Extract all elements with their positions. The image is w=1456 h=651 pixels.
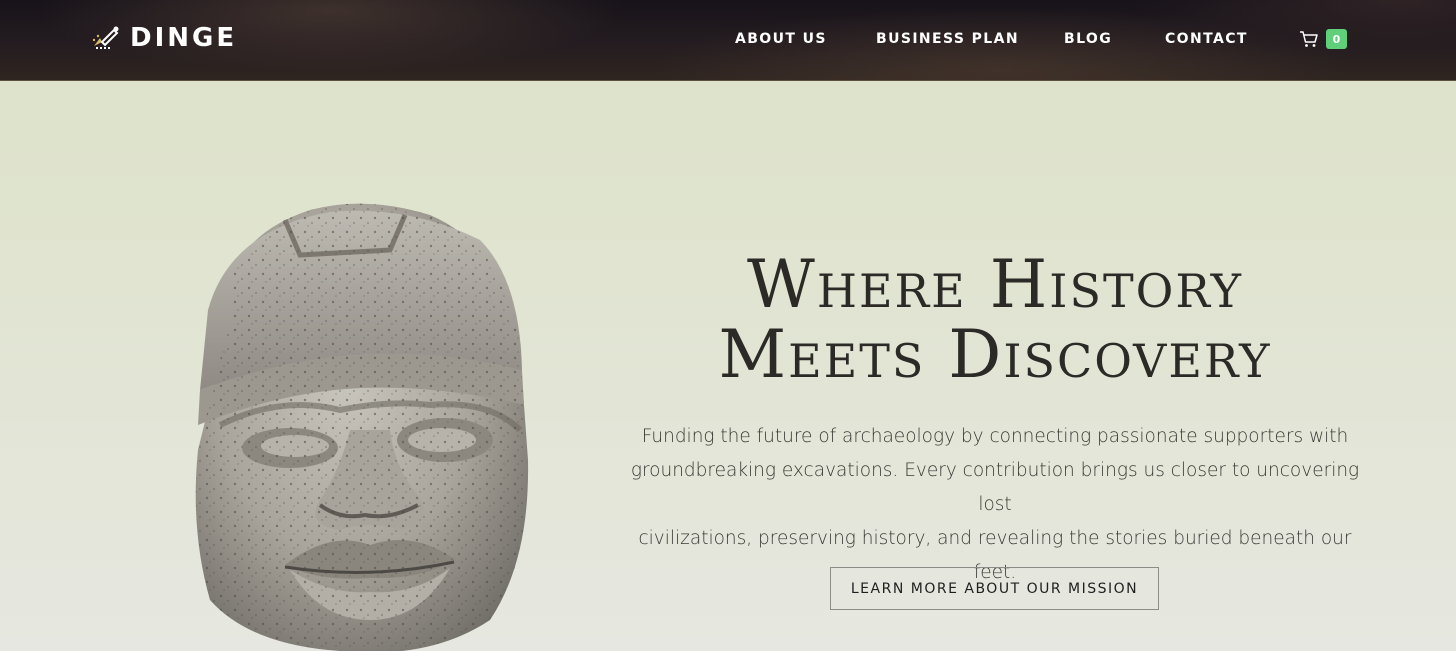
hero-description: Funding the future of archaeology by con… [620, 420, 1370, 590]
cart-count-badge: 0 [1326, 29, 1347, 49]
nav-blog[interactable]: BLOG [1064, 31, 1112, 47]
hero-content: Where History Meets Discovery Funding th… [620, 250, 1370, 590]
nav-business-plan[interactable]: BUSINESS PLAN [876, 31, 1019, 47]
cart-icon [1300, 30, 1318, 47]
nav-contact[interactable]: CONTACT [1165, 31, 1248, 47]
nav-about-us[interactable]: ABOUT US [735, 31, 827, 47]
learn-more-button[interactable]: LEARN MORE ABOUT OUR MISSION [830, 567, 1159, 610]
site-header: DINGE ABOUT US BUSINESS PLAN BLOG CONTAC… [0, 0, 1456, 81]
cart-button[interactable]: 0 [1299, 29, 1347, 49]
hero-title: Where History Meets Discovery [620, 250, 1370, 390]
hero-description-line-2: groundbreaking excavations. Every contri… [630, 460, 1360, 515]
olmec-colossal-head-image [190, 200, 535, 651]
main-nav: ABOUT US BUSINESS PLAN BLOG CONTACT [0, 31, 1456, 51]
hero-title-line-1: Where History [747, 246, 1243, 323]
hero-description-line-1: Funding the future of archaeology by con… [641, 426, 1349, 447]
hero-title-line-2: Meets Discovery [718, 316, 1272, 393]
